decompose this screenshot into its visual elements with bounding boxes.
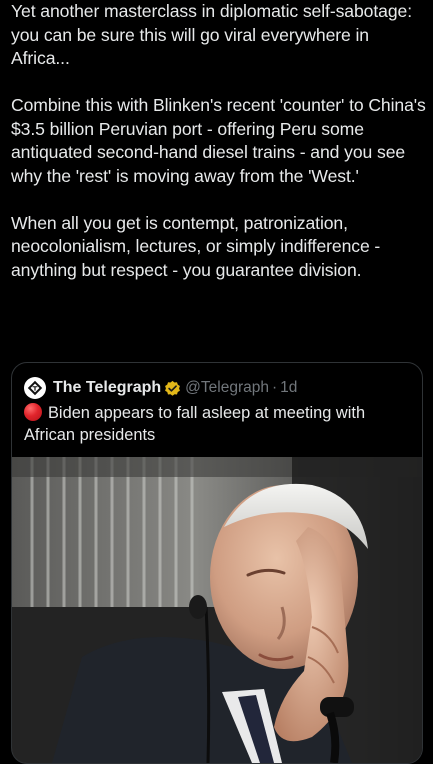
quoted-post-text: Biden appears to fall asleep at meeting … [24, 403, 408, 446]
red-circle-icon [24, 403, 42, 421]
post-paragraph-3: When all you get is contempt, patronizat… [11, 212, 381, 280]
quoted-post-header: The Telegraph @Telegraph · 1d [24, 376, 297, 400]
post-text: Yet another masterclass in diplomatic se… [11, 0, 426, 282]
gold-verified-badge-icon [164, 380, 181, 397]
quoted-post-card[interactable]: The Telegraph @Telegraph · 1d Biden appe… [11, 362, 423, 764]
quoted-post-text-content: Biden appears to fall asleep at meeting … [24, 404, 366, 444]
quoted-post-timestamp[interactable]: 1d [280, 379, 297, 397]
telegraph-logo-icon[interactable] [24, 377, 46, 399]
post-paragraph-2: Combine this with Blinken's recent 'coun… [11, 95, 426, 186]
quoted-post-photo[interactable] [12, 457, 422, 763]
quoted-author-handle[interactable]: @Telegraph [185, 379, 269, 397]
post-body: Yet another masterclass in diplomatic se… [11, 0, 426, 282]
post-paragraph-1: Yet another masterclass in diplomatic se… [11, 1, 412, 68]
meta-separator: · [271, 379, 278, 396]
quoted-author-name[interactable]: The Telegraph [53, 379, 161, 397]
